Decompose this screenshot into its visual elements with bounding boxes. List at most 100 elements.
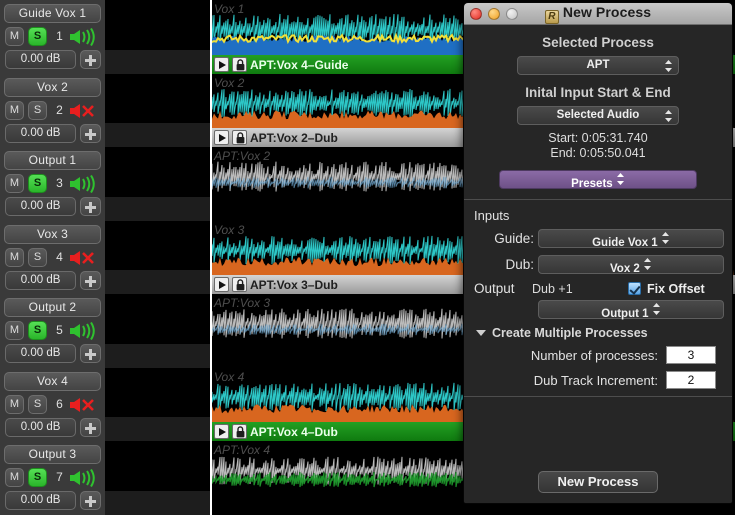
range-source-value: Selected Audio bbox=[557, 109, 640, 121]
range-source-select[interactable]: Selected Audio bbox=[517, 106, 679, 125]
add-icon[interactable] bbox=[80, 124, 101, 143]
dub-track-increment-input[interactable]: 2 bbox=[666, 371, 716, 389]
track-name-button[interactable]: Vox 2 bbox=[4, 78, 101, 97]
solo-button[interactable]: S bbox=[28, 468, 47, 487]
track-number: 3 bbox=[51, 176, 68, 190]
dialog-body: Selected Process APT Inital Input Start … bbox=[464, 35, 732, 504]
mute-button[interactable]: M bbox=[5, 468, 24, 487]
output-offset-value: Dub +1 bbox=[532, 282, 628, 296]
dialog-titlebar[interactable]: RNew Process bbox=[464, 3, 732, 25]
output-select-value: Output 1 bbox=[601, 308, 648, 320]
dub-select[interactable]: Vox 2 bbox=[538, 255, 724, 274]
track-name-button[interactable]: Output 3 bbox=[4, 445, 101, 464]
track-header[interactable]: Output 3MS70.00 dB bbox=[0, 441, 105, 515]
lock-icon[interactable] bbox=[232, 57, 247, 72]
gain-field[interactable]: 0.00 dB bbox=[5, 50, 76, 69]
mute-button[interactable]: M bbox=[5, 395, 24, 414]
dub-select-value: Vox 2 bbox=[610, 263, 640, 275]
solo-button[interactable]: S bbox=[28, 101, 47, 120]
mute-button[interactable]: M bbox=[5, 27, 24, 46]
process-select[interactable]: APT bbox=[517, 56, 679, 75]
number-of-processes-label: Number of processes: bbox=[531, 348, 658, 363]
chevron-updown-icon bbox=[664, 108, 673, 130]
track-name-button[interactable]: Vox 4 bbox=[4, 372, 101, 391]
chevron-updown-icon bbox=[664, 58, 673, 80]
fix-offset-checkbox[interactable] bbox=[628, 282, 641, 295]
mute-button[interactable]: M bbox=[5, 248, 24, 267]
number-of-processes-input[interactable]: 3 bbox=[666, 346, 716, 364]
track-name-button[interactable]: Vox 3 bbox=[4, 225, 101, 244]
mute-button[interactable]: M bbox=[5, 101, 24, 120]
speaker-on-icon[interactable] bbox=[68, 174, 100, 193]
playhead[interactable] bbox=[210, 0, 212, 515]
track-name-button[interactable]: Output 2 bbox=[4, 298, 101, 317]
track-name-button[interactable]: Guide Vox 1 bbox=[4, 4, 101, 23]
clip-name: APT:Vox 4–Guide bbox=[250, 58, 348, 72]
start-time: Start: 0:05:31.740 bbox=[464, 131, 732, 146]
output-offset-row: Output Dub +1 Fix Offset bbox=[464, 281, 732, 296]
number-of-processes-row: Number of processes: 3 bbox=[464, 346, 716, 364]
speaker-on-icon[interactable] bbox=[68, 27, 100, 46]
gain-field[interactable]: 0.00 dB bbox=[5, 491, 76, 510]
track-header[interactable]: Output 1 MS3 0.00 dB bbox=[0, 147, 105, 221]
gain-field[interactable]: 0.00 dB bbox=[5, 124, 76, 143]
speaker-muted-icon[interactable] bbox=[68, 248, 100, 267]
track-number: 5 bbox=[51, 323, 68, 337]
solo-button[interactable]: S bbox=[28, 248, 47, 267]
track-header[interactable]: Vox 4 MS6 0.00 dB bbox=[0, 368, 105, 441]
new-process-button[interactable]: New Process bbox=[538, 471, 658, 493]
dub-track-increment-row: Dub Track Increment: 2 bbox=[464, 371, 716, 389]
guide-select[interactable]: Guide Vox 1 bbox=[538, 229, 724, 248]
track-header[interactable]: Vox 3 MS4 0.00 dB bbox=[0, 221, 105, 294]
inputs-heading: Inputs bbox=[474, 208, 732, 223]
solo-button[interactable]: S bbox=[28, 321, 47, 340]
gain-field[interactable]: 0.00 dB bbox=[5, 197, 76, 216]
lock-icon[interactable] bbox=[232, 277, 247, 292]
speaker-on-icon[interactable] bbox=[68, 321, 100, 340]
fix-offset-label: Fix Offset bbox=[647, 282, 705, 296]
gain-field[interactable]: 0.00 dB bbox=[5, 344, 76, 363]
track-header[interactable]: Vox 2 MS2 0.00 dB bbox=[0, 74, 105, 147]
dub-row: Dub: Vox 2 bbox=[464, 255, 732, 274]
play-icon[interactable] bbox=[214, 57, 229, 72]
mute-button[interactable]: M bbox=[5, 174, 24, 193]
new-process-dialog[interactable]: RNew Process Selected Process APT Inital… bbox=[463, 2, 733, 504]
add-icon[interactable] bbox=[80, 344, 101, 363]
dialog-title: RNew Process bbox=[464, 4, 732, 24]
divider bbox=[464, 396, 732, 397]
application-window: Vox 1APT:Vox 4–GuideGuide Vox 1MS10.00 d… bbox=[0, 0, 735, 515]
lock-icon[interactable] bbox=[232, 130, 247, 145]
track-header[interactable]: Guide Vox 1MS10.00 dB bbox=[0, 0, 105, 74]
play-icon[interactable] bbox=[214, 277, 229, 292]
add-icon[interactable] bbox=[80, 50, 101, 69]
create-multiple-disclosure[interactable]: Create Multiple Processes bbox=[476, 326, 732, 340]
track-header[interactable]: Output 2 MS5 0.00 dB bbox=[0, 294, 105, 368]
add-icon[interactable] bbox=[80, 418, 101, 437]
mute-button[interactable]: M bbox=[5, 321, 24, 340]
output-select[interactable]: Output 1 bbox=[538, 300, 724, 319]
add-icon[interactable] bbox=[80, 271, 101, 290]
gain-field[interactable]: 0.00 dB bbox=[5, 418, 76, 437]
lock-icon[interactable] bbox=[232, 424, 247, 439]
solo-button[interactable]: S bbox=[28, 27, 47, 46]
speaker-muted-icon[interactable] bbox=[68, 395, 100, 414]
add-icon[interactable] bbox=[80, 197, 101, 216]
track-number: 6 bbox=[51, 397, 68, 411]
presets-button[interactable]: Presets bbox=[499, 170, 697, 189]
gain-field[interactable]: 0.00 dB bbox=[5, 271, 76, 290]
track-name-button[interactable]: Output 1 bbox=[4, 151, 101, 170]
chevron-updown-icon bbox=[616, 178, 625, 190]
solo-button[interactable]: S bbox=[28, 174, 47, 193]
play-icon[interactable] bbox=[214, 130, 229, 145]
clip-name: APT:Vox 4–Dub bbox=[250, 425, 338, 439]
track-number: 4 bbox=[51, 250, 68, 264]
play-icon[interactable] bbox=[214, 424, 229, 439]
add-icon[interactable] bbox=[80, 491, 101, 510]
track-number: 2 bbox=[51, 103, 68, 117]
dub-label: Dub: bbox=[474, 257, 534, 272]
create-multiple-label: Create Multiple Processes bbox=[492, 326, 648, 340]
output-row: Output 1 bbox=[464, 300, 732, 319]
speaker-on-icon[interactable] bbox=[68, 468, 100, 487]
solo-button[interactable]: S bbox=[28, 395, 47, 414]
speaker-muted-icon[interactable] bbox=[68, 101, 100, 120]
